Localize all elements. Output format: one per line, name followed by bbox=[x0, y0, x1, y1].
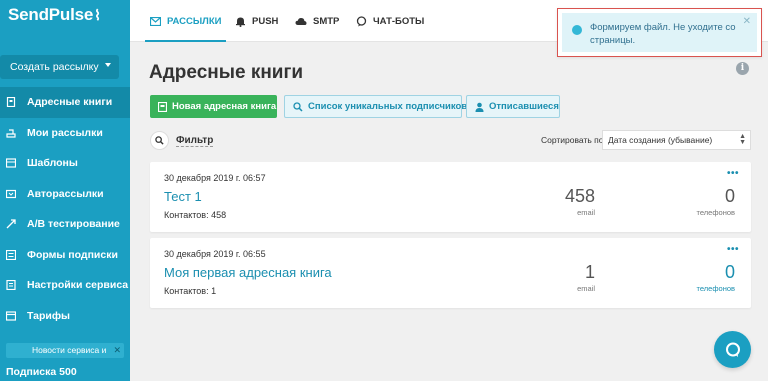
sidebar-item-ab-testing[interactable]: A/B тестирование bbox=[0, 209, 130, 240]
create-mailing-label: Создать рассылку bbox=[10, 61, 99, 73]
book-date: 30 декабря 2019 г. 06:55 bbox=[164, 249, 266, 259]
notification-toast: Формируем файл. Не уходите со страницы. … bbox=[557, 8, 762, 57]
tab-label: ЧАТ-БОТЫ bbox=[373, 15, 425, 27]
sort-label: Сортировать по bbox=[541, 135, 604, 145]
loading-spinner-icon bbox=[572, 25, 582, 35]
sidebar: SendPulse⌇ Создать рассылку Адресные кни… bbox=[0, 0, 130, 381]
search-icon[interactable] bbox=[150, 131, 169, 150]
sidebar-item-label: Формы подписки bbox=[27, 248, 118, 261]
button-label: Новая адресная книга bbox=[172, 101, 277, 112]
tab-label: РАССЫЛКИ bbox=[167, 15, 222, 27]
subscription-label[interactable]: Подписка 500 bbox=[6, 366, 77, 378]
phone-count-label[interactable]: телефонов bbox=[697, 284, 735, 293]
chat-bubble-icon bbox=[725, 342, 740, 357]
sort-selected-value: Дата создания (убывание) bbox=[608, 135, 713, 145]
info-icon[interactable]: i bbox=[736, 62, 749, 75]
chat-widget-button[interactable] bbox=[714, 331, 751, 368]
book-name-link[interactable]: Тест 1 bbox=[164, 189, 202, 204]
sidebar-item-templates[interactable]: Шаблоны bbox=[0, 148, 130, 179]
templates-icon bbox=[6, 158, 16, 168]
select-arrows-icon: ▲ ▼ bbox=[739, 133, 746, 146]
phone-count-link[interactable]: 0 bbox=[725, 262, 735, 283]
news-text: Новости сервиса и bbox=[32, 345, 107, 355]
sidebar-item-label: Мои рассылки bbox=[27, 126, 103, 139]
settings-icon bbox=[6, 280, 16, 291]
address-book-card: 30 декабря 2019 г. 06:55 Моя первая адре… bbox=[150, 238, 751, 308]
create-mailing-button[interactable]: Создать рассылку bbox=[0, 55, 119, 79]
cloud-icon bbox=[295, 17, 307, 26]
forms-icon bbox=[6, 249, 16, 260]
pricing-icon bbox=[6, 311, 16, 321]
more-menu-icon[interactable]: ••• bbox=[727, 168, 739, 179]
new-address-book-button[interactable]: Новая адресная книга bbox=[150, 95, 277, 118]
sidebar-item-service-settings[interactable]: Настройки сервиса bbox=[0, 270, 130, 301]
sidebar-item-label: Адресные книги bbox=[27, 96, 113, 109]
close-icon[interactable]: ✕ bbox=[743, 16, 751, 27]
phone-count: 0 bbox=[724, 186, 735, 206]
book-contacts: Контактов: 458 bbox=[164, 210, 227, 220]
search-icon bbox=[293, 101, 303, 112]
sidebar-item-pricing[interactable]: Тарифы bbox=[0, 301, 130, 332]
email-count: 458 bbox=[564, 186, 595, 206]
button-label: Список уникальных подписчиков bbox=[308, 101, 468, 112]
sort-select[interactable]: Дата создания (убывание) ▲ ▼ bbox=[602, 130, 751, 150]
address-book-icon bbox=[6, 97, 16, 108]
caret-down-icon bbox=[105, 63, 111, 67]
sidebar-item-address-books[interactable]: Адресные книги bbox=[0, 87, 130, 118]
sidebar-item-subscription-forms[interactable]: Формы подписки bbox=[0, 240, 130, 271]
book-name-link[interactable]: Моя первая адресная книга bbox=[164, 265, 332, 280]
tab-smtp[interactable]: SMTP bbox=[295, 0, 339, 42]
page-title: Адресные книги bbox=[149, 62, 304, 83]
notification-body: Формируем файл. Не уходите со страницы. … bbox=[562, 13, 757, 52]
chat-bubble-icon bbox=[356, 15, 367, 27]
logo[interactable]: SendPulse⌇ bbox=[8, 5, 101, 25]
sidebar-item-my-mailings[interactable]: Мои рассылки bbox=[0, 118, 130, 149]
user-icon bbox=[475, 102, 484, 112]
book-contacts: Контактов: 1 bbox=[164, 286, 217, 296]
email-icon bbox=[150, 16, 161, 26]
autoresponder-icon bbox=[6, 189, 16, 199]
tab-label: PUSH bbox=[252, 15, 279, 27]
sidebar-item-label: Шаблоны bbox=[27, 157, 78, 170]
sidebar-item-autoresponders[interactable]: Авторассылки bbox=[0, 179, 130, 210]
sidebar-item-label: Авторассылки bbox=[27, 187, 104, 200]
button-label: Отписавшиеся bbox=[489, 101, 559, 112]
email-count-label: email bbox=[577, 208, 595, 217]
sidebar-item-label: A/B тестирование bbox=[27, 218, 120, 231]
notification-text: Формируем файл. Не уходите со страницы. bbox=[590, 22, 736, 46]
filter-toggle[interactable]: Фильтр bbox=[176, 135, 214, 147]
sidebar-item-label: Настройки сервиса bbox=[27, 279, 129, 292]
unique-subscribers-button[interactable]: Список уникальных подписчиков bbox=[284, 95, 467, 118]
ab-test-icon bbox=[6, 219, 16, 229]
tab-label: SMTP bbox=[313, 15, 340, 27]
pulse-icon: ⌇ bbox=[94, 7, 101, 23]
tab-mailings[interactable]: РАССЫЛКИ bbox=[144, 0, 227, 42]
address-book-card: 30 декабря 2019 г. 06:57 Тест 1 Контакто… bbox=[150, 162, 751, 232]
bell-icon bbox=[235, 16, 246, 27]
more-menu-icon[interactable]: ••• bbox=[727, 244, 739, 255]
sidebar-nav: Адресные книги Мои рассылки Шаблоны Авто… bbox=[0, 87, 130, 331]
email-count-label: email bbox=[577, 284, 595, 293]
book-date: 30 декабря 2019 г. 06:57 bbox=[164, 173, 266, 183]
news-banner[interactable]: Новости сервиса и ✕ bbox=[6, 343, 124, 358]
close-icon[interactable]: ✕ bbox=[113, 343, 121, 358]
address-book-icon bbox=[158, 101, 167, 112]
mailings-icon bbox=[6, 128, 16, 138]
phone-count-label: телефонов bbox=[696, 208, 735, 217]
sidebar-item-label: Тарифы bbox=[27, 309, 71, 322]
unsubscribed-button[interactable]: Отписавшиеся bbox=[466, 95, 560, 118]
tab-push[interactable]: PUSH bbox=[235, 0, 278, 42]
email-count: 1 bbox=[584, 262, 595, 282]
tab-chatbots[interactable]: ЧАТ-БОТЫ bbox=[356, 0, 424, 42]
